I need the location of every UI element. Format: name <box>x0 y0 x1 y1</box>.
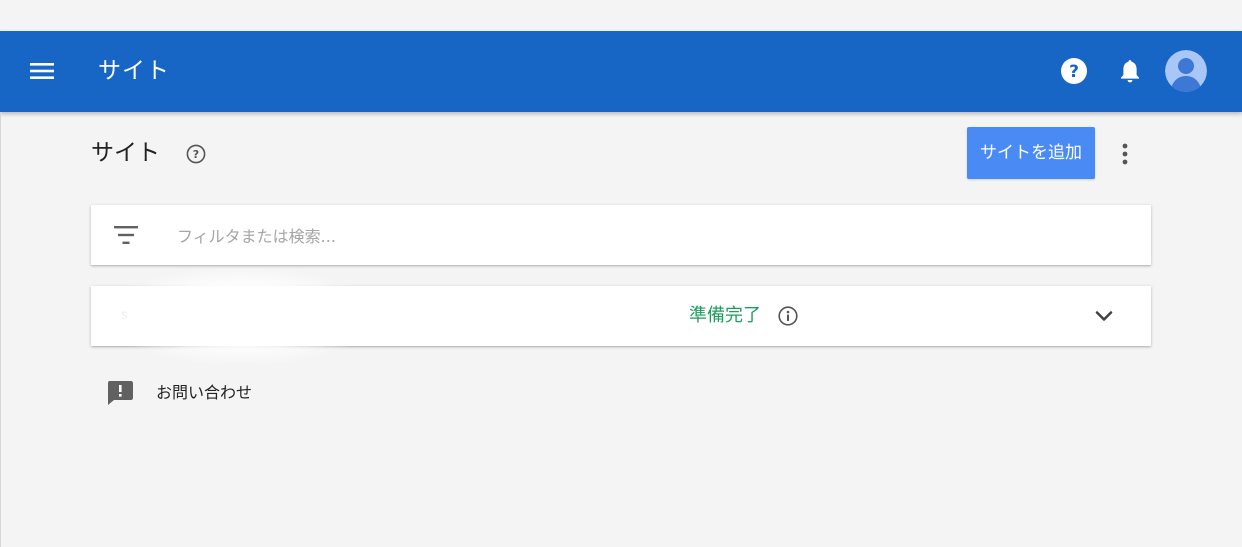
site-row[interactable]: s 準備完了 <box>91 268 1151 364</box>
filter-list-icon <box>113 223 139 247</box>
chevron-down-icon[interactable] <box>1091 303 1117 329</box>
search-input[interactable] <box>175 219 1119 253</box>
add-site-button[interactable]: サイトを追加 <box>967 127 1095 179</box>
feedback-icon <box>106 380 134 406</box>
more-vert-icon[interactable] <box>1112 140 1138 168</box>
contact-label: お問い合わせ <box>156 383 253 402</box>
hamburger-menu-icon[interactable] <box>24 53 60 89</box>
site-name: s <box>121 308 128 323</box>
help-circle-icon[interactable]: ? <box>1060 57 1088 85</box>
account-avatar-icon[interactable] <box>1165 50 1207 92</box>
browser-top-strip <box>0 0 1242 31</box>
app-title: サイト <box>98 58 170 84</box>
app-bar: サイト ? <box>0 31 1242 112</box>
redaction-blur <box>111 268 371 364</box>
left-divider <box>0 112 1 547</box>
help-outline-icon[interactable]: ? <box>185 143 207 165</box>
page-title: サイト <box>91 140 160 166</box>
filter-card <box>91 205 1151 265</box>
svg-text:?: ? <box>1069 62 1079 82</box>
svg-text:?: ? <box>193 148 199 161</box>
bell-icon[interactable] <box>1116 57 1144 85</box>
site-status: 準備完了 <box>689 305 761 326</box>
info-outline-icon[interactable] <box>777 305 799 327</box>
